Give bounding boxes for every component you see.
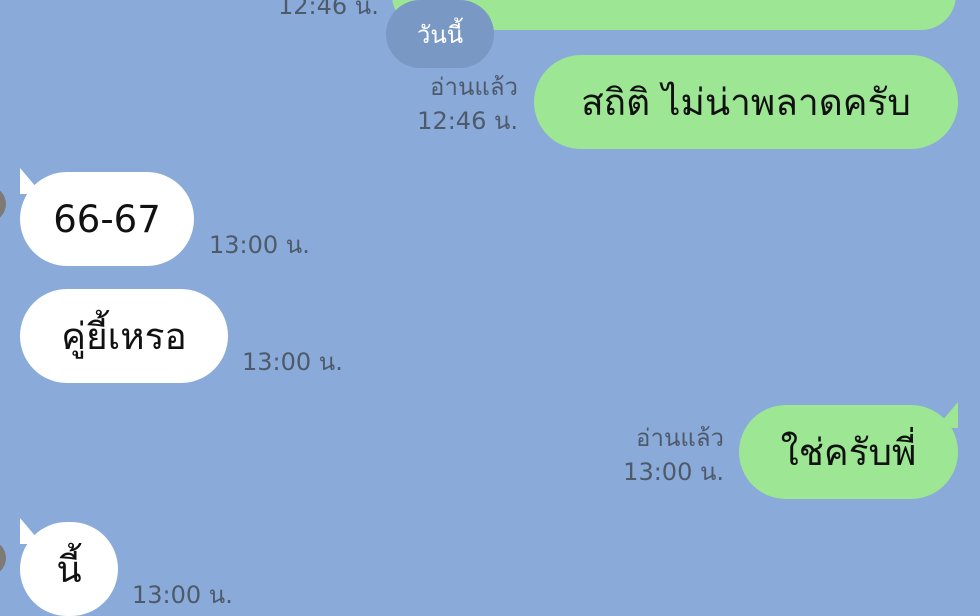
message-bubble-incoming[interactable]: คู่ยี้เหรอ bbox=[20, 289, 228, 383]
message-bubble-incoming[interactable]: 66-67 bbox=[20, 172, 194, 266]
message-time-partial: 12:46 น. bbox=[278, 0, 379, 20]
message-text: นี้ bbox=[56, 547, 82, 591]
read-label: อ่านแล้ว bbox=[636, 424, 724, 452]
read-status: อ่านแล้ว 12:46 น. bbox=[417, 70, 518, 138]
message-text: สถิติ ไม่น่าพลาดครับ bbox=[581, 80, 911, 124]
message-bubble-outgoing[interactable]: ใช่ครับพี่ bbox=[739, 405, 958, 499]
message-time: 13:00 น. bbox=[623, 458, 724, 486]
message-time: 13:00 น. bbox=[242, 348, 343, 376]
message-text: คู่ยี้เหรอ bbox=[61, 314, 187, 358]
message-bubble-outgoing[interactable]: สถิติ ไม่น่าพลาดครับ bbox=[534, 55, 958, 149]
message-text: ใช่ครับพี่ bbox=[780, 430, 917, 474]
read-label: อ่านแล้ว bbox=[430, 73, 518, 101]
date-separator-label: วันนี้ bbox=[416, 20, 464, 49]
message-text: 66-67 bbox=[53, 197, 161, 241]
message-bubble-incoming[interactable]: นี้ bbox=[20, 522, 118, 616]
message-time: 13:00 น. bbox=[132, 581, 233, 609]
avatar[interactable] bbox=[0, 186, 6, 222]
message-time: 12:46 น. bbox=[417, 107, 518, 135]
message-time: 13:00 น. bbox=[209, 231, 310, 259]
date-separator: วันนี้ bbox=[386, 0, 494, 68]
read-status: อ่านแล้ว 13:00 น. bbox=[623, 421, 724, 489]
avatar[interactable] bbox=[0, 540, 6, 576]
